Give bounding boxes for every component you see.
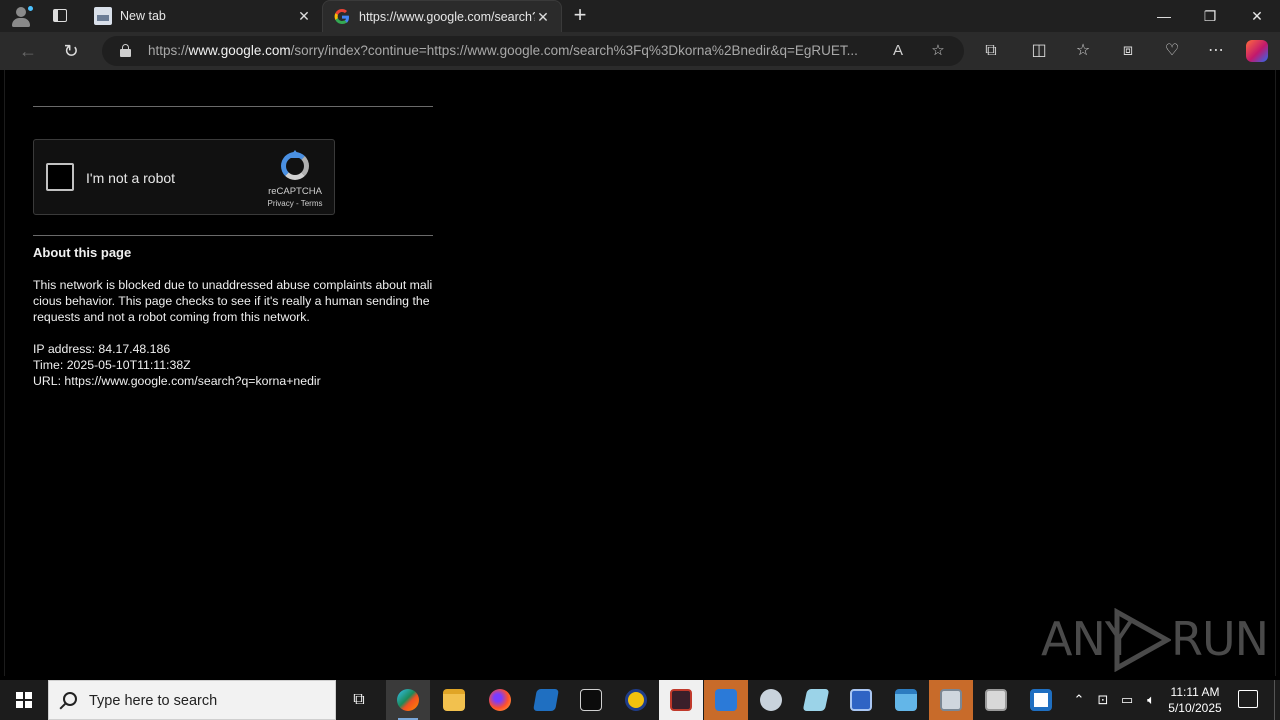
page-content: I'm not a robot reCAPTCHA Privacy - Term… [4,70,1276,676]
close-tab-icon[interactable]: ✕ [535,9,551,25]
tab-google-search[interactable]: https://www.google.com/search?q=korna+ne… [322,0,562,32]
google-favicon-icon [334,8,349,24]
terminal-icon [580,689,602,711]
browser-toolbar: ← ↻ https://www.google.com/sorry/index?c… [0,32,1280,70]
profile-icon[interactable] [8,4,34,28]
recaptcha-privacy-terms[interactable]: Privacy - Terms [254,199,336,208]
recaptcha-label: I'm not a robot [86,170,176,186]
time-line: Time: 2025-05-10T11:11:38Z [33,358,191,372]
taskbar-app-blue[interactable] [1019,680,1063,720]
window-app-icon [895,689,917,711]
tab-label: New tab [120,9,166,23]
x-app-icon [625,689,647,711]
recaptcha-logo-icon [278,150,312,182]
address-url[interactable]: https://www.google.com/sorry/index?conti… [148,43,883,58]
edge-icon [397,689,419,711]
network-app-icon [715,689,737,711]
tab-strip: New tab ✕ https://www.google.com/search?… [0,0,1280,32]
restore-button[interactable]: ❐ [1187,0,1233,32]
taskbar-cmd[interactable] [569,680,613,720]
taskbar-app-gear[interactable] [749,680,793,720]
recaptcha-widget: I'm not a robot reCAPTCHA Privacy - Term… [33,139,335,215]
taskbar-firefox[interactable] [478,680,522,720]
taskbar-file-explorer[interactable] [432,680,476,720]
url-line: URL: https://www.google.com/search?q=kor… [33,374,321,388]
more-icon[interactable]: ⋯ [1204,40,1228,62]
lock-icon[interactable] [120,44,131,57]
gear-app-icon [760,689,782,711]
close-tab-icon[interactable]: ✕ [296,8,312,24]
favorites-icon[interactable]: ☆ [1071,40,1095,62]
clock-time: 11:11 AM [1170,685,1220,699]
copilot-icon[interactable] [1246,40,1268,62]
recaptcha-checkbox[interactable] [46,163,74,191]
read-aloud-icon[interactable]: A [888,41,908,61]
ip-address-line: IP address: 84.17.48.186 [33,342,171,356]
about-text: This network is blocked due to unaddress… [33,278,433,324]
chevron-up-icon[interactable]: ⌃ [1070,690,1088,710]
split-screen-icon[interactable]: ◫ [1027,40,1051,62]
network-icon[interactable]: ▭ [1118,690,1136,710]
archive-app-icon [985,689,1007,711]
divider [33,235,433,236]
folder-icon [443,689,465,711]
start-button[interactable] [0,680,48,720]
back-button[interactable]: ← [15,39,41,63]
tab-label: https://www.google.com/search?q=korna+ne… [359,9,535,24]
taskbar-app-network[interactable] [704,680,748,720]
heart-pulse-icon[interactable]: ♡ [1160,40,1184,62]
taskbar-app-screen[interactable] [929,680,973,720]
monitor-app-icon [850,689,872,711]
play-logo-icon [1114,608,1171,672]
notes-app-icon [802,689,830,711]
new-tab-button[interactable]: + [568,4,592,28]
red-app-icon [670,689,692,711]
tab-new-tab[interactable]: New tab ✕ [84,0,322,32]
screen: New tab ✕ https://www.google.com/search?… [0,0,1280,720]
collections-icon[interactable]: ⧈ [1116,40,1140,62]
firefox-icon [489,689,511,711]
address-bar[interactable]: https://www.google.com/sorry/index?conti… [102,36,964,66]
taskbar-app-red[interactable] [659,680,703,720]
puzzle-icon[interactable]: ⧉ [979,40,1003,62]
taskbar-app-archive[interactable] [974,680,1018,720]
search-icon [63,692,77,706]
taskbar-app-monitor[interactable] [839,680,883,720]
minimize-button[interactable]: — [1141,0,1187,32]
clock[interactable]: 11:11 AM 5/10/2025 [1162,684,1228,716]
star-icon[interactable]: ☆ [928,41,948,61]
powershell-icon [533,689,559,711]
tab-actions-icon[interactable] [48,6,72,26]
search-placeholder: Type here to search [89,693,218,709]
taskbar-search[interactable]: Type here to search [48,680,336,720]
taskbar-app-notes[interactable] [794,680,838,720]
windows-logo-icon [16,692,32,708]
tray-app-icon[interactable]: ⊡ [1094,690,1112,710]
taskbar-app-x[interactable] [614,680,658,720]
clock-date: 5/10/2025 [1168,701,1222,715]
taskbar-edge[interactable] [386,680,430,720]
blue-app-icon [1030,689,1052,711]
task-view-icon[interactable]: ⧉ [345,688,373,712]
anyrun-watermark: ANY RUN [1041,608,1269,672]
recaptcha-brand: reCAPTCHA [268,186,322,197]
notification-icon[interactable] [1238,690,1258,708]
refresh-button[interactable]: ↻ [58,39,84,63]
about-title: About this page [33,245,132,260]
volume-icon[interactable]: 🔈︎ [1142,690,1160,710]
screen-app-icon [940,689,962,711]
taskbar-powershell[interactable] [524,680,568,720]
taskbar: Type here to search ⧉ ⌃ ⊡ ▭ 🔈︎ 11:11 AM … [0,680,1280,720]
new-tab-favicon-icon [94,7,112,25]
taskbar-app-window[interactable] [884,680,928,720]
divider [33,106,433,107]
show-desktop-button[interactable] [1274,680,1280,720]
close-window-button[interactable]: ✕ [1234,0,1280,32]
